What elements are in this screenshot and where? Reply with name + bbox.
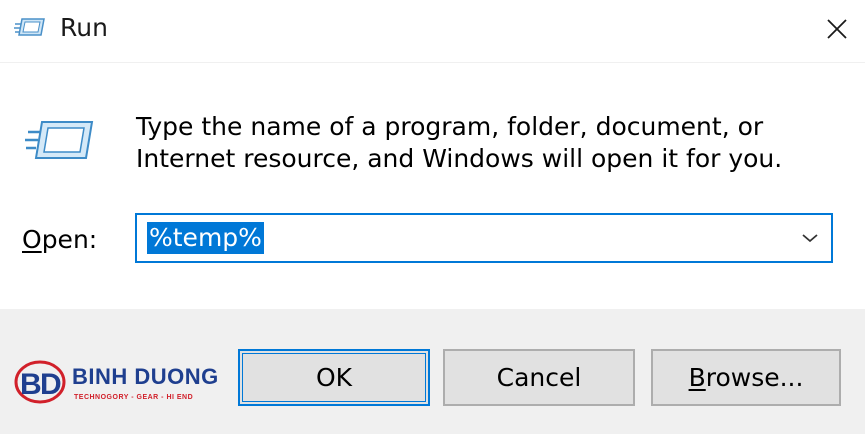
cancel-button-label: Cancel: [496, 363, 582, 392]
open-label: Open:: [22, 224, 97, 256]
close-button[interactable]: [809, 0, 865, 58]
cancel-button[interactable]: Cancel: [443, 349, 635, 406]
open-input[interactable]: %temp%: [147, 222, 264, 254]
open-combobox[interactable]: %temp%: [135, 213, 833, 263]
browse-button-label: Browse...: [689, 363, 804, 392]
window-title: Run: [60, 13, 108, 42]
open-label-mnemonic: O: [22, 225, 42, 254]
ok-button[interactable]: OK: [238, 349, 430, 406]
run-icon: [14, 18, 45, 36]
chevron-down-icon: [802, 234, 818, 243]
svg-text:B: B: [20, 368, 42, 401]
dropdown-button[interactable]: [795, 223, 825, 253]
browse-mnemonic: B: [688, 363, 706, 392]
svg-text:D: D: [40, 368, 62, 401]
watermark-logo: B D BINH DUONG TECHNOGORY - GEAR - HI EN…: [10, 354, 230, 410]
title-bar: Run: [0, 0, 865, 62]
open-label-text: pen:: [41, 225, 98, 254]
watermark-tagline: TECHNOGORY - GEAR - HI END: [74, 394, 194, 401]
ok-focus-ring: [242, 353, 426, 402]
run-icon: [25, 121, 94, 159]
watermark-name: BINH DUONG: [72, 364, 219, 389]
binh-duong-logo-icon: B D: [14, 360, 66, 404]
close-icon: [827, 19, 847, 39]
browse-button[interactable]: Browse...: [651, 349, 841, 406]
browse-label-text: rowse...: [705, 363, 804, 392]
dialog-description: Type the name of a program, folder, docu…: [136, 112, 783, 173]
dialog-body: [0, 62, 865, 309]
